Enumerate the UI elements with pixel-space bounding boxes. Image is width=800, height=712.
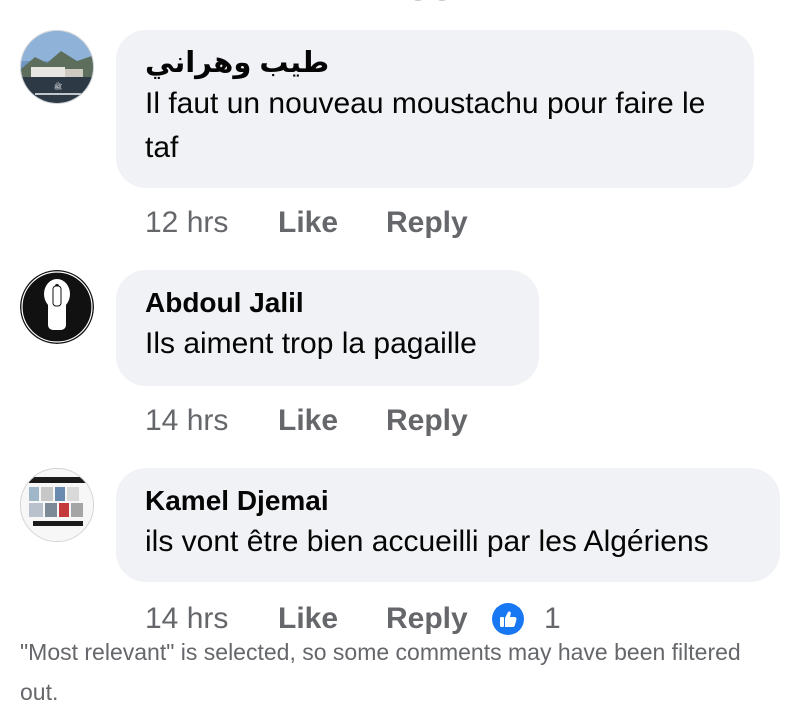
comment-author[interactable]: Abdoul Jalil <box>145 284 511 322</box>
comment-text: Il faut un nouveau moustachu pour faire … <box>145 87 706 164</box>
avatar-appliances-icon <box>21 469 93 541</box>
filter-notice: "Most relevant" is selected, so some com… <box>20 639 741 705</box>
scroll-hint <box>380 0 480 4</box>
like-button[interactable]: Like <box>278 206 386 240</box>
reaction-count: 1 <box>544 602 561 635</box>
comment-bubble: طيب وهراني Il faut un nouveau moustachu … <box>116 30 754 188</box>
avatar[interactable]: ﷺ <box>20 30 94 104</box>
avatar-landscape-icon: ﷺ <box>21 31 93 103</box>
comment-author[interactable]: Kamel Djemai <box>145 482 752 520</box>
avatar[interactable] <box>20 270 94 344</box>
like-button[interactable]: Like <box>278 404 386 438</box>
comment-text: ils vont être bien accueilli par les Alg… <box>145 525 709 558</box>
comment-author[interactable]: طيب وهراني <box>145 44 726 82</box>
comment-timestamp[interactable]: 12 hrs <box>145 206 278 240</box>
like-button[interactable]: Like <box>278 602 386 636</box>
thumbs-up-icon <box>492 603 524 635</box>
avatar[interactable] <box>20 468 94 542</box>
svg-text:ﷺ: ﷺ <box>54 81 62 91</box>
comment-actions: 12 hrs Like Reply <box>145 203 494 243</box>
avatar-silence-icon <box>20 270 94 344</box>
reply-button[interactable]: Reply <box>386 206 494 240</box>
comment-timestamp[interactable]: 14 hrs <box>145 602 278 636</box>
comment-actions: 14 hrs Like Reply <box>145 401 494 441</box>
comment-bubble: Kamel Djemai ils vont être bien accueill… <box>116 468 780 582</box>
reply-button[interactable]: Reply <box>386 602 494 636</box>
comment-bubble: Abdoul Jalil Ils aiment trop la pagaille <box>116 270 539 386</box>
comment-text: Ils aiment trop la pagaille <box>145 327 477 360</box>
reaction-summary[interactable]: 1 <box>492 602 561 636</box>
comment-timestamp[interactable]: 14 hrs <box>145 404 278 438</box>
reply-button[interactable]: Reply <box>386 404 494 438</box>
